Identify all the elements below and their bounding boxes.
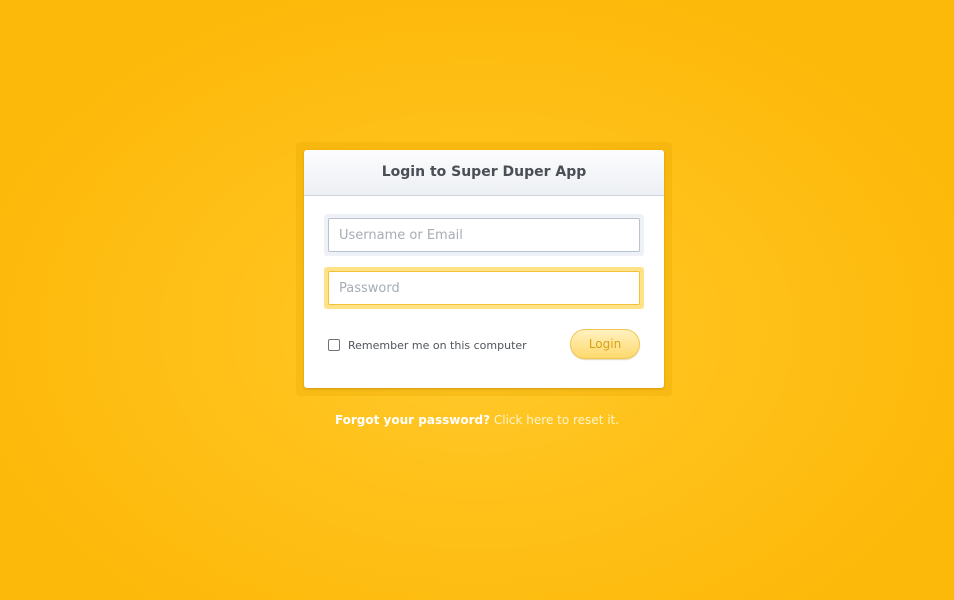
remember-me-label: Remember me on this computer <box>348 338 527 352</box>
remember-me-checkbox[interactable] <box>328 339 340 351</box>
remember-me[interactable]: Remember me on this computer <box>328 337 527 353</box>
password-input[interactable] <box>328 271 640 305</box>
username-input[interactable] <box>328 218 640 252</box>
username-field-wrapper <box>324 214 644 256</box>
panel-title: Login to Super Duper App <box>304 150 664 196</box>
login-panel: Login to Super Duper App Remember me on … <box>304 150 664 388</box>
forgot-password-question: Forgot your password? <box>334 413 491 427</box>
forgot-password: Forgot your password? Click here to rese… <box>0 413 954 427</box>
password-field-wrapper <box>324 267 644 309</box>
login-button[interactable]: Login <box>570 329 640 359</box>
reset-password-link[interactable]: Click here to reset it. <box>494 413 619 427</box>
